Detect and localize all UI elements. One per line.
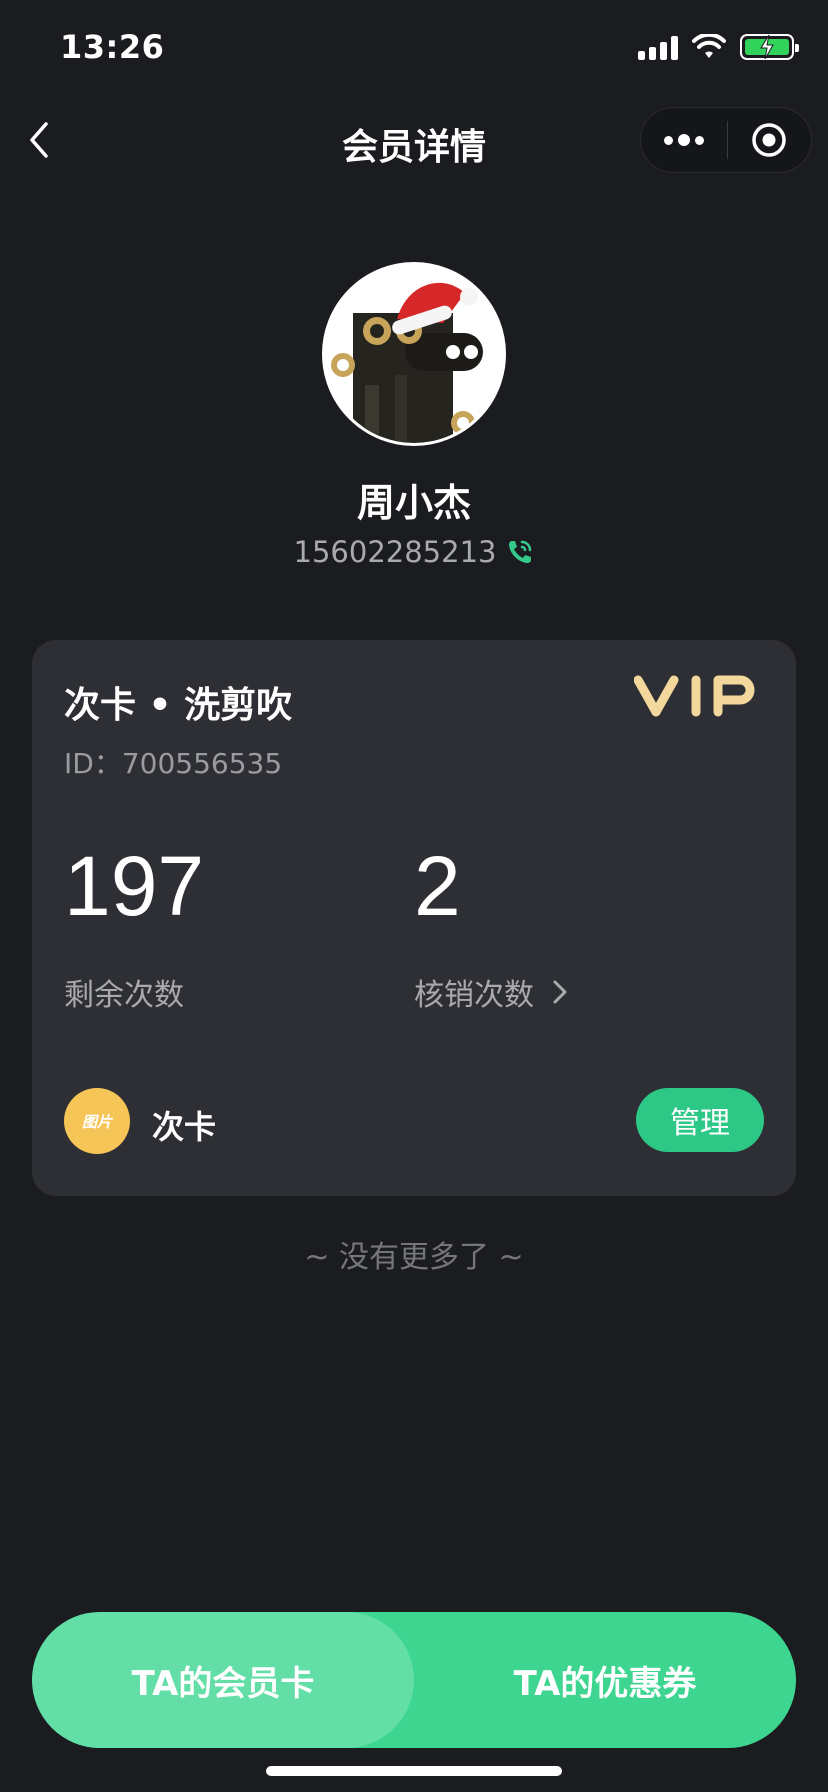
membership-card: 次卡 • 洗剪吹 ID：700556535 197 剩余次数 2 核销次数 图片…	[32, 640, 796, 1196]
member-name: 周小杰	[356, 481, 471, 525]
status-time: 13:26	[60, 28, 165, 66]
close-miniprogram-button[interactable]	[728, 108, 812, 172]
used-count[interactable]: 2	[414, 838, 461, 935]
manage-button[interactable]: 管理	[636, 1088, 764, 1152]
tab-member-cards[interactable]: TA的会员卡	[32, 1612, 414, 1748]
used-label-text: 核销次数	[414, 978, 534, 1013]
card-title: 次卡 • 洗剪吹	[64, 685, 293, 726]
used-count-link[interactable]: 核销次数	[414, 970, 568, 1014]
more-button[interactable]	[641, 108, 727, 172]
tab-coupons[interactable]: TA的优惠券	[414, 1612, 796, 1748]
card-type-label: 次卡	[152, 1108, 217, 1146]
status-icons	[638, 34, 799, 60]
remaining-label: 剩余次数	[64, 970, 184, 1014]
nav-bar: 会员详情	[0, 100, 828, 180]
card-type-icon: 图片	[64, 1088, 130, 1154]
chevron-right-icon	[553, 980, 567, 1004]
avatar-image	[325, 265, 503, 443]
phone-call-icon[interactable]	[506, 538, 534, 566]
no-more-text: ~ 没有更多了 ~	[304, 1240, 524, 1275]
vip-logo	[634, 675, 755, 717]
home-indicator[interactable]	[266, 1766, 562, 1776]
bottom-tab-bar: TA的优惠券 TA的会员卡	[32, 1612, 796, 1748]
card-id: ID：700556535	[64, 747, 283, 780]
remaining-label-text: 剩余次数	[64, 978, 184, 1013]
remaining-count: 197	[64, 839, 205, 933]
status-bar: 13:26	[0, 0, 828, 100]
signal-icon	[638, 34, 678, 60]
miniprogram-capsule	[640, 107, 812, 173]
wifi-icon	[692, 34, 726, 58]
target-icon	[752, 123, 786, 157]
phone-number: 15602285213	[293, 535, 497, 569]
battery-icon	[740, 34, 799, 60]
avatar	[322, 262, 506, 446]
phone-row: 15602285213	[0, 535, 828, 569]
